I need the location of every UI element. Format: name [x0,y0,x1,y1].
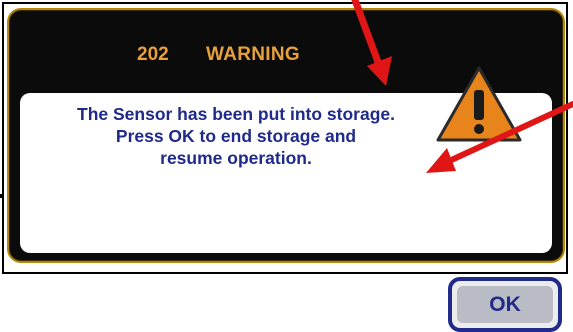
page: 202 WARNING The Sensor has been put into… [0,0,573,332]
ok-button[interactable]: OK [448,277,562,332]
warning-dialog: 202 WARNING The Sensor has been put into… [7,8,565,332]
warning-triangle-icon [436,66,522,142]
warning-message: The Sensor has been put into storage. Pr… [20,103,452,169]
edge-tick-mark [0,194,3,198]
ok-button-label: OK [457,286,553,323]
warning-code: 202 [137,44,169,65]
dialog-title: WARNING [206,44,300,65]
message-line-3: resume operation. [160,148,312,168]
message-line-2: Press OK to end storage and [115,126,357,146]
message-line-1: The Sensor has been put into storage. [77,104,395,124]
